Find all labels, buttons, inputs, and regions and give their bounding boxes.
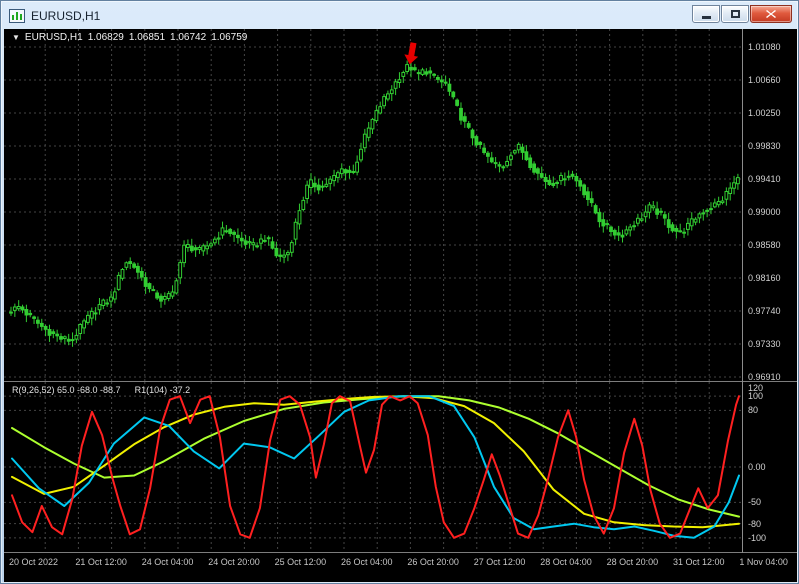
price-tick-label: 1.01080 xyxy=(748,42,781,52)
maximize-icon xyxy=(730,10,740,18)
symbol-label: EURUSD,H1 xyxy=(24,32,83,43)
window-titlebar[interactable]: EURUSD,H1 xyxy=(1,1,798,28)
price-tick-label: 0.98160 xyxy=(748,273,781,283)
symbol-info-line: ▼ EURUSD,H1 1.06829 1.06851 1.06742 1.06759 xyxy=(12,32,252,43)
time-scale[interactable]: 20 Oct 2022 21 Oct 12:00 24 Oct 04:00 24 Oc… xyxy=(4,553,797,582)
time-tick-label: 26 Oct 04:00 xyxy=(341,557,393,567)
indicator-tick-label: 0.00 xyxy=(748,462,766,472)
maximize-button[interactable] xyxy=(721,5,749,23)
main-grid xyxy=(4,29,743,381)
price-tick-label: 0.97740 xyxy=(748,306,781,316)
collapse-ohlc-icon[interactable]: ▼ xyxy=(12,33,20,42)
minimize-icon xyxy=(701,16,711,19)
price-tick-label: 0.99000 xyxy=(748,207,781,217)
ohlc-open: 1.06829 xyxy=(87,32,124,43)
mt4-chart-window: EURUSD,H1 1.01080 1.00660 1.00250 0.99830 0.… xyxy=(0,0,799,584)
close-icon xyxy=(766,10,776,18)
time-tick-label: 25 Oct 12:00 xyxy=(274,557,327,567)
window-title: EURUSD,H1 xyxy=(31,9,101,23)
chart-area: 1.01080 1.00660 1.00250 0.99830 0.99410 0.990… xyxy=(4,29,797,582)
price-scale[interactable]: 1.01080 1.00660 1.00250 0.99830 0.99410 0.990… xyxy=(742,29,797,553)
price-tick-label: 1.00250 xyxy=(748,108,781,118)
candles xyxy=(9,60,740,347)
time-tick-label: 20 Oct 2022 xyxy=(9,557,59,567)
panel-divider[interactable] xyxy=(4,381,797,382)
ohlc-high: 1.06851 xyxy=(128,32,166,43)
time-tick-label: 27 Oct 12:00 xyxy=(473,557,526,567)
time-tick-label: 28 Oct 20:00 xyxy=(606,557,659,567)
time-tick-label: 24 Oct 04:00 xyxy=(141,557,194,567)
price-tick-label: 0.99830 xyxy=(748,141,781,151)
indicator-values-r1: R1(104) -37.2 xyxy=(134,385,191,395)
indicator-tick-label: 80 xyxy=(748,405,759,416)
price-tick-label: 0.98580 xyxy=(748,240,781,250)
chart-app-icon xyxy=(8,8,26,24)
price-tick-label: 0.96910 xyxy=(748,372,781,382)
ohlc-low: 1.06742 xyxy=(170,32,207,43)
indicator-tick-label: -80 xyxy=(748,518,762,529)
time-tick-label: 21 Oct 12:00 xyxy=(75,557,127,567)
time-tick-label: 28 Oct 04:00 xyxy=(540,557,592,567)
indicator-tick-label: -100 xyxy=(748,532,767,543)
time-tick-label: 1 Nov 04:00 xyxy=(739,557,788,567)
window-controls xyxy=(692,5,792,23)
time-tick-label: 24 Oct 20:00 xyxy=(208,557,260,567)
time-tick-label: 26 Oct 20:00 xyxy=(407,557,459,567)
price-tick-label: 0.97330 xyxy=(748,339,781,349)
close-button[interactable] xyxy=(750,5,792,23)
price-tick-label: 1.00660 xyxy=(748,75,781,85)
indicator-panel-canvas[interactable] xyxy=(4,382,743,552)
ohlc-close: 1.06759 xyxy=(211,32,248,43)
time-tick-label: 31 Oct 12:00 xyxy=(673,557,725,567)
indicator-tick-label: -50 xyxy=(748,497,762,508)
indicator-tick-label: 100 xyxy=(748,391,764,402)
sell-signal-arrow-icon xyxy=(404,42,419,65)
indicator-values-r: R(9,26,52) 65.0 -68.0 -88.7 xyxy=(12,385,121,395)
indicator-info-line: R(9,26,52) 65.0 -68.0 -88.7 R1(104) -37.2 xyxy=(12,385,204,395)
indicator-line-r1-slow xyxy=(11,395,740,518)
minimize-button[interactable] xyxy=(692,5,720,23)
price-tick-label: 0.99410 xyxy=(748,174,781,184)
price-chart-canvas[interactable] xyxy=(4,29,743,381)
